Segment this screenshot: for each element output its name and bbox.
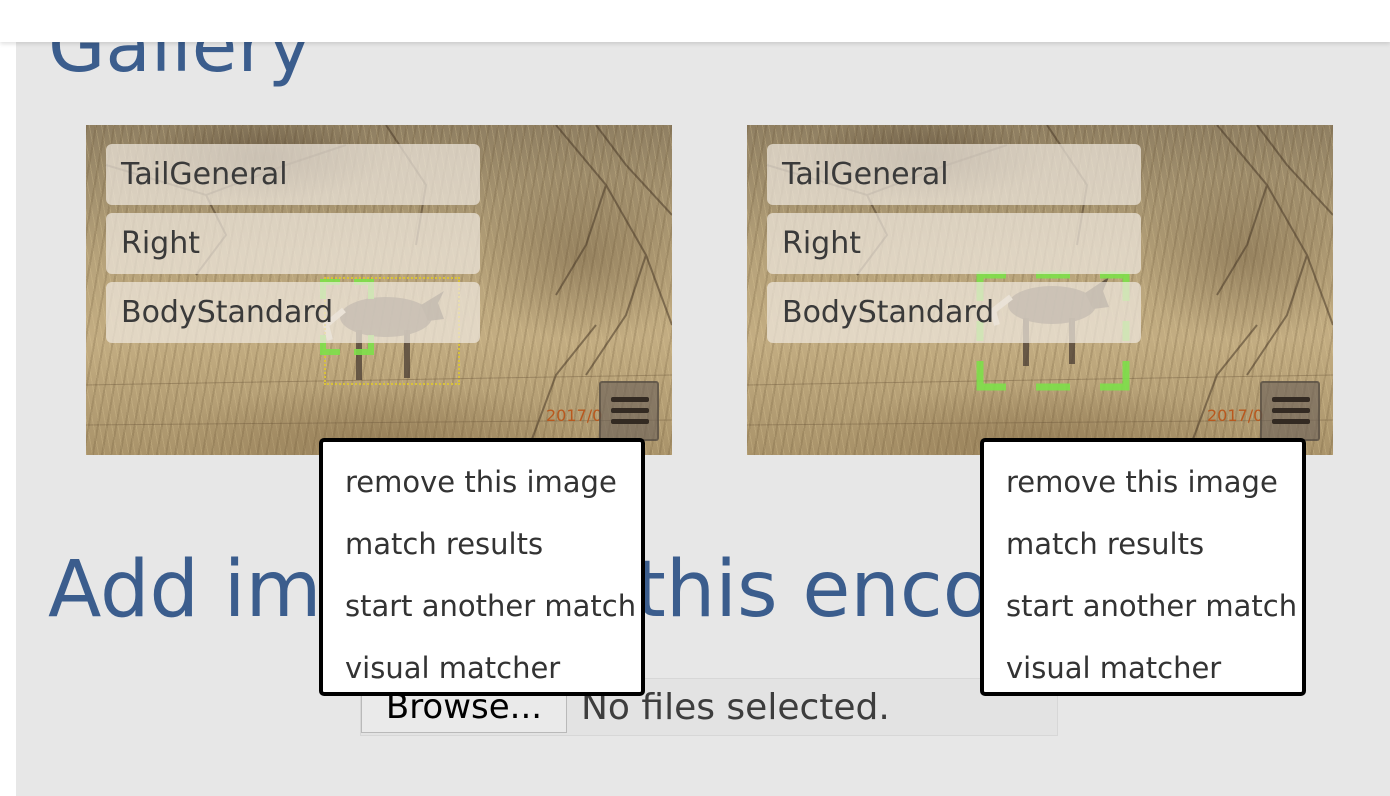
feature-label-bodystandard: BodyStandard (106, 282, 480, 343)
menu-item-visual-matcher[interactable]: visual matcher (345, 648, 560, 688)
date-stamp: 2017/0 (1207, 406, 1264, 425)
feature-label-right: Right (106, 213, 480, 274)
feature-label-bodystandard: BodyStandard (767, 282, 1141, 343)
date-stamp: 2017/0 (546, 406, 603, 425)
gallery-image-1[interactable]: TailGeneral Right BodyStandard 2017/0 (86, 125, 672, 455)
feature-label-right: Right (767, 213, 1141, 274)
menu-item-start-another-match[interactable]: start another match (345, 586, 636, 626)
menu-item-remove-image[interactable]: remove this image (345, 462, 617, 502)
hamburger-icon[interactable] (1260, 381, 1320, 441)
image-context-menu-2: remove this image match results start an… (980, 438, 1306, 696)
feature-label-tailgeneral: TailGeneral (767, 144, 1141, 205)
menu-item-start-another-match[interactable]: start another match (1006, 586, 1297, 626)
hamburger-icon[interactable] (599, 381, 659, 441)
feature-label-tailgeneral: TailGeneral (106, 144, 480, 205)
menu-item-visual-matcher[interactable]: visual matcher (1006, 648, 1221, 688)
menu-item-match-results[interactable]: match results (1006, 524, 1204, 564)
menu-item-remove-image[interactable]: remove this image (1006, 462, 1278, 502)
gallery-image-2[interactable]: TailGeneral Right BodyStandard 2017/0 (747, 125, 1333, 455)
image-context-menu-1: remove this image match results start an… (319, 438, 645, 696)
menu-item-match-results[interactable]: match results (345, 524, 543, 564)
top-bar (0, 0, 1390, 42)
